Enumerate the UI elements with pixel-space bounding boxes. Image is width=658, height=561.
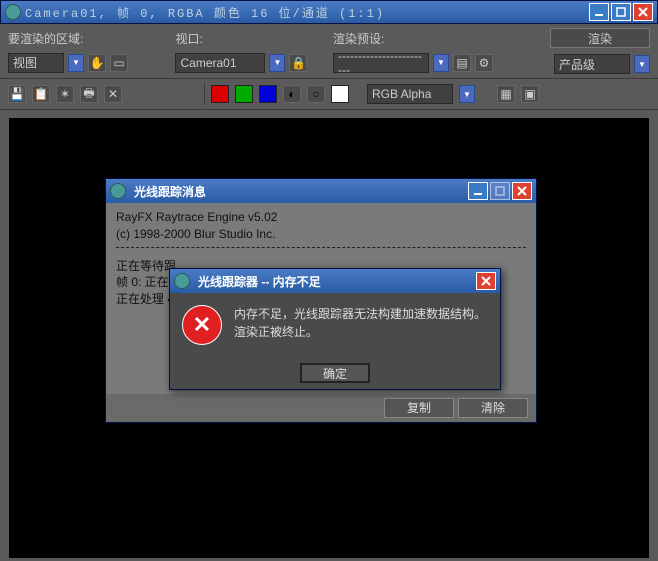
save-icon[interactable]: 💾 <box>8 85 26 103</box>
close-button[interactable] <box>633 3 653 21</box>
raytrace-dialog-titlebar[interactable]: 光线跟踪消息 <box>106 179 536 203</box>
render-button-label: 渲染 <box>588 30 612 47</box>
error-dialog: 光线跟踪器 -- 内存不足 内存不足，光线跟踪器无法构建加速数据结构。 渲染正被… <box>169 268 501 390</box>
clone-icon[interactable]: ✶ <box>56 85 74 103</box>
error-x-icon <box>182 305 222 345</box>
raytrace-dialog-icon <box>110 183 126 199</box>
display-mode-1-icon[interactable]: ▦ <box>497 85 515 103</box>
error-message-2: 渲染正被终止。 <box>234 323 486 341</box>
main-titlebar: Camera01, 帧 0, RGBA 颜色 16 位/通道 (1:1) <box>0 0 658 24</box>
raytrace-minimize-button[interactable] <box>468 182 488 200</box>
minimize-button[interactable] <box>589 3 609 21</box>
raytrace-maximize-button <box>490 182 510 200</box>
error-dialog-footer: 确定 <box>170 357 500 389</box>
alpha-mode-dropdown[interactable]: RGB Alpha <box>367 84 453 104</box>
render-area-value: 视图 <box>13 54 37 71</box>
alpha-mode-value: RGB Alpha <box>372 87 431 101</box>
copy-icon[interactable]: 📋 <box>32 85 50 103</box>
clear-button[interactable]: 清除 <box>458 398 528 418</box>
render-area-label: 要渲染的区域: <box>8 30 167 47</box>
clear-icon[interactable]: ✕ <box>104 85 122 103</box>
render-button[interactable]: 渲染 <box>550 28 650 48</box>
raytrace-close-button[interactable] <box>512 182 532 200</box>
render-canvas: 光线跟踪消息 RayFX Raytrace Engine v5.02 (c) 1… <box>9 118 649 558</box>
print-icon[interactable]: 🖶 <box>80 85 98 103</box>
app-icon <box>5 4 21 20</box>
error-dialog-body: 内存不足，光线跟踪器无法构建加速数据结构。 渲染正被终止。 <box>170 293 500 357</box>
toolbar-row-1: 要渲染的区域: 视图 ✋ ▭ 视口: Camera01 🔒 渲染预设: ----… <box>0 24 658 79</box>
error-dialog-title: 光线跟踪器 -- 内存不足 <box>198 273 476 290</box>
pan-icon[interactable]: ✋ <box>88 54 106 72</box>
render-area-dropdown-arrow[interactable] <box>68 54 84 72</box>
channel-green-swatch[interactable] <box>235 85 253 103</box>
error-message-1: 内存不足，光线跟踪器无法构建加速数据结构。 <box>234 305 486 323</box>
copy-button[interactable]: 复制 <box>384 398 454 418</box>
raytrace-dialog-title: 光线跟踪消息 <box>134 183 468 200</box>
region-icon[interactable]: ▭ <box>110 54 128 72</box>
dash-divider <box>116 247 526 248</box>
ok-button[interactable]: 确定 <box>300 363 370 383</box>
channel-blue-swatch[interactable] <box>259 85 277 103</box>
quality-value: 产品级 <box>559 56 595 73</box>
copyright-line: (c) 1998-2000 Blur Studio Inc. <box>116 226 526 243</box>
display-mode-2-icon[interactable]: ▣ <box>521 85 539 103</box>
error-dialog-titlebar[interactable]: 光线跟踪器 -- 内存不足 <box>170 269 500 293</box>
separator <box>204 83 205 105</box>
error-dialog-icon <box>174 273 190 289</box>
viewport-value: Camera01 <box>180 56 236 70</box>
alpha-mode-dropdown-arrow[interactable] <box>459 85 475 103</box>
viewport-label: 视口: <box>175 30 325 47</box>
error-close-button[interactable] <box>476 272 496 290</box>
viewport-dropdown[interactable]: Camera01 <box>175 53 265 73</box>
raytrace-dialog-footer: 复制 清除 <box>106 394 536 422</box>
mono-icon[interactable]: ◐ <box>283 85 301 103</box>
alpha-icon[interactable]: ○ <box>307 85 325 103</box>
preset-dropdown[interactable]: ------------------------ <box>333 53 429 73</box>
lock-icon[interactable]: 🔒 <box>289 54 307 72</box>
channel-red-swatch[interactable] <box>211 85 229 103</box>
engine-line: RayFX Raytrace Engine v5.02 <box>116 209 526 226</box>
preset-value: ------------------------ <box>338 49 424 77</box>
maximize-button[interactable] <box>611 3 631 21</box>
preset-dropdown-arrow[interactable] <box>433 54 449 72</box>
quality-dropdown[interactable]: 产品级 <box>554 54 630 74</box>
preset-icon-1[interactable]: ▤ <box>453 54 471 72</box>
preset-settings-icon[interactable]: ⚙ <box>475 54 493 72</box>
window-title: Camera01, 帧 0, RGBA 颜色 16 位/通道 (1:1) <box>25 4 589 21</box>
quality-dropdown-arrow[interactable] <box>634 55 650 73</box>
toolbar-row-2: 💾 📋 ✶ 🖶 ✕ ◐ ○ RGB Alpha ▦ ▣ <box>0 79 658 110</box>
color-swatch[interactable] <box>331 85 349 103</box>
render-area-dropdown[interactable]: 视图 <box>8 53 64 73</box>
viewport-dropdown-arrow[interactable] <box>269 54 285 72</box>
render-preset-label: 渲染预设: <box>333 30 532 47</box>
